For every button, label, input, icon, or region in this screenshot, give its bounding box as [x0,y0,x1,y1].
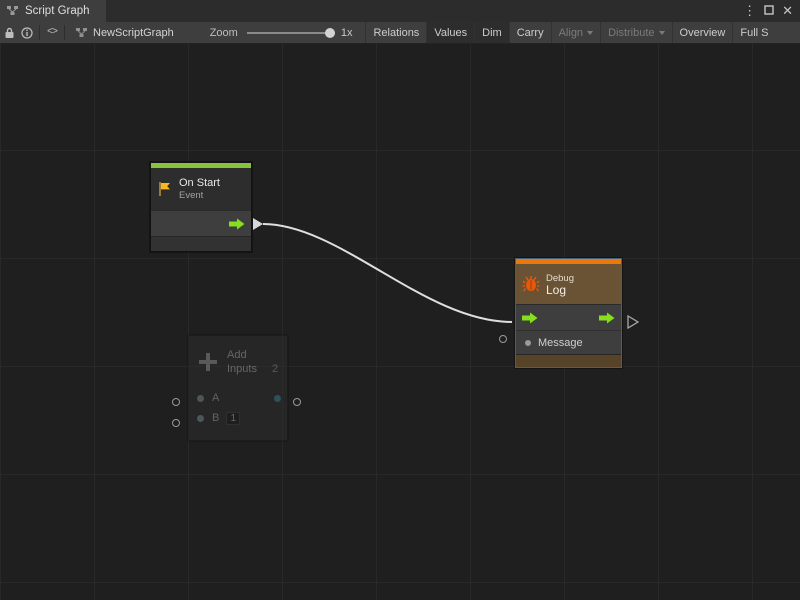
node-title: Log [546,285,574,296]
connection-wire[interactable] [263,224,512,322]
inputs-count[interactable]: 2 [272,363,278,375]
port-b-value-field[interactable]: 1 [226,412,240,425]
node-footer [151,236,251,251]
code-view-button[interactable]: <> [43,22,61,43]
zoom-label: Zoom [210,27,238,39]
window-close-button[interactable]: ✕ [782,0,793,22]
graph-asset-icon [76,27,88,39]
tab-title: Script Graph [25,5,90,17]
node-footer [516,354,621,367]
graph-canvas[interactable]: On Start Event [0,44,800,600]
port-a-label: A [212,392,219,404]
port-a-outer-circle[interactable] [172,398,180,406]
script-graph-icon [7,5,19,17]
node-title-line1: Add [227,348,278,362]
value-port-dot[interactable] [197,415,204,422]
lock-icon [4,27,15,39]
output-port-dot[interactable] [274,395,281,402]
values-button[interactable]: Values [426,22,474,43]
message-input-port-circle[interactable] [499,335,507,343]
align-button[interactable]: Align [551,22,600,43]
toolbar-separator [39,25,40,40]
message-port-label: Message [538,337,583,349]
output-outer-circle[interactable] [293,398,301,406]
node-add-inputs-ghost[interactable]: Add Inputs 2 A B 1 [188,335,288,441]
maximize-icon [764,5,774,15]
node-debug-log[interactable]: Debug Log Message [515,258,622,368]
node-footer [189,428,287,440]
toolbar: <> NewScriptGraph Zoom 1x Relations Valu… [0,22,800,44]
zoom-value: 1x [341,27,353,39]
node-subtitle: Event [179,190,220,201]
connection-start-arrow-icon[interactable] [253,218,263,230]
connections-layer [0,44,800,600]
toolbar-buttons: Relations Values Dim Carry Align Distrib… [365,22,775,43]
bug-icon [522,275,540,293]
dropdown-caret-icon [659,31,665,35]
toolbar-separator [64,25,65,40]
carry-button[interactable]: Carry [509,22,551,43]
window-maximize-button[interactable] [764,0,774,22]
distribute-button[interactable]: Distribute [600,22,671,43]
info-button[interactable] [18,22,36,43]
value-port-dot[interactable] [197,395,204,402]
dim-button[interactable]: Dim [474,22,509,43]
zoom-slider-thumb[interactable] [325,28,335,38]
node-title-line2: Inputs [227,363,257,375]
flow-input-port[interactable] [522,312,538,324]
tab-script-graph[interactable]: Script Graph [0,0,106,22]
zoom-slider[interactable] [247,22,335,44]
fullscreen-button[interactable]: Full S [732,22,775,43]
titlebar: Script Graph ⋮ ✕ [0,0,800,22]
code-icon: <> [47,27,57,38]
window-menu-button[interactable]: ⋮ [743,0,756,22]
flag-icon [157,181,173,197]
plus-icon [197,351,219,373]
value-port-dot[interactable] [525,340,531,346]
zoom-slider-track [247,32,335,34]
graph-reference[interactable]: NewScriptGraph [76,22,174,43]
info-icon [21,27,33,39]
node-title: On Start [179,177,220,190]
flow-output-port[interactable] [599,312,615,324]
dropdown-caret-icon [587,31,593,35]
relations-button[interactable]: Relations [365,22,426,43]
port-b-label: B [212,412,219,424]
graph-name: NewScriptGraph [93,27,174,39]
lock-button[interactable] [0,22,18,43]
port-b-outer-circle[interactable] [172,419,180,427]
script-graph-window: Script Graph ⋮ ✕ [0,0,800,600]
flow-output-port[interactable] [229,218,245,230]
unconnected-output-arrow-icon[interactable] [628,316,638,328]
node-on-start[interactable]: On Start Event [150,162,252,252]
overview-button[interactable]: Overview [672,22,733,43]
